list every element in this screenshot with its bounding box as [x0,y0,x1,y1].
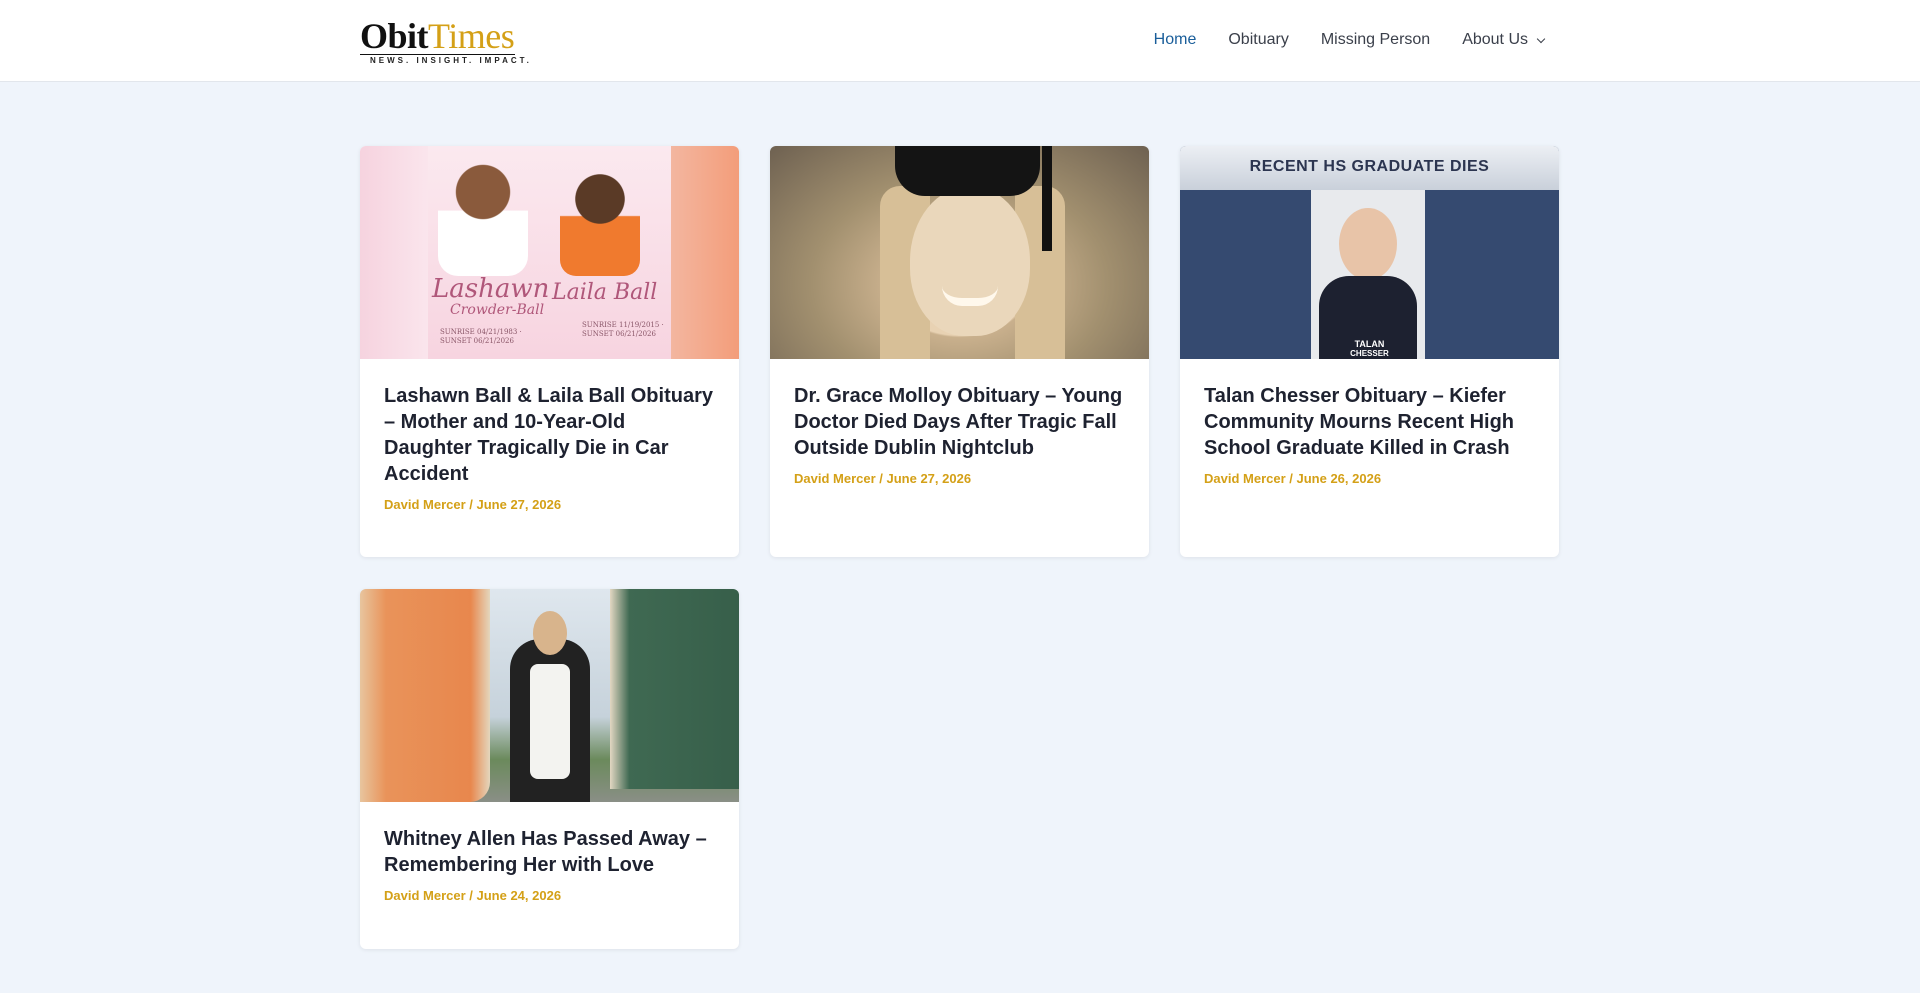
cap-tassel [1042,146,1052,251]
main-nav: Home Obituary Missing Person About Us [1154,0,1546,80]
nav-item-label: Home [1153,31,1197,48]
post-card: Whitney Allen Has Passed Away – Remember… [360,589,739,949]
news-banner-text: RECENT HS GRADUATE DIES [1249,158,1490,175]
nav-item-label: Missing Person [1320,31,1431,48]
site-header: ObitTimes NEWS. INSIGHT. IMPACT. Home Ob… [0,0,1920,82]
post-card-body: Whitney Allen Has Passed Away – Remember… [360,802,739,903]
nav-item-label: Obituary [1228,31,1289,48]
logo-tagline: NEWS. INSIGHT. IMPACT. [370,56,532,65]
nav-item-obituary[interactable]: Obituary [1228,31,1288,49]
post-thumbnail[interactable] [770,146,1149,359]
post-title[interactable]: Whitney Allen Has Passed Away – Remember… [384,826,715,878]
thumb-dates-right: SUNRISE 11/19/2015 · SUNSET 06/21/2026 [582,321,664,338]
nav-item-missing-person[interactable]: Missing Person [1321,31,1430,49]
thumb-name-left: Lashawn [432,274,550,304]
post-title[interactable]: Lashawn Ball & Laila Ball Obituary – Mot… [384,383,715,487]
logo-wordmark: ObitTimes [360,18,520,54]
thumb-dates-left: SUNRISE 04/21/1983 · SUNSET 06/21/2026 [440,328,522,345]
nav-item-label: About Us [1462,31,1528,48]
post-card: Lashawn Crowder-Ball SUNRISE 04/21/1983 … [360,146,739,557]
thumb-name-left-sub: Crowder-Ball [450,302,545,318]
post-thumbnail[interactable] [360,589,739,802]
u-sculpture-left [360,589,490,802]
post-author[interactable]: David Mercer [794,471,876,486]
post-meta: David Mercer / June 27, 2026 [384,497,715,512]
portrait-mother [438,156,528,276]
post-author[interactable]: David Mercer [384,497,466,512]
nav-item-about-us[interactable]: About Us [1462,31,1546,49]
chevron-down-icon[interactable] [1536,34,1546,43]
post-thumbnail[interactable]: RECENT HS GRADUATE DIES TALAN CHESSER [1180,146,1559,359]
post-author[interactable]: David Mercer [1204,471,1286,486]
post-card-body: Talan Chesser Obituary – Kiefer Communit… [1180,359,1559,486]
nav-item-home[interactable]: Home [1154,31,1197,49]
u-sculpture-right [610,589,739,789]
logo-rule [360,54,515,55]
logo-times: Times [428,16,515,56]
post-date[interactable]: June 24, 2026 [477,888,562,903]
post-thumbnail[interactable]: Lashawn Crowder-Ball SUNRISE 04/21/1983 … [360,146,739,359]
post-card: Dr. Grace Molloy Obituary – Young Doctor… [770,146,1149,557]
post-meta: David Mercer / June 24, 2026 [384,888,715,903]
graduation-cap [895,146,1040,196]
post-title[interactable]: Talan Chesser Obituary – Kiefer Communit… [1204,383,1535,461]
post-date[interactable]: June 27, 2026 [477,497,562,512]
post-card: RECENT HS GRADUATE DIES TALAN CHESSER Ta… [1180,146,1559,557]
site-logo[interactable]: ObitTimes NEWS. INSIGHT. IMPACT. [360,18,529,66]
post-date[interactable]: June 27, 2026 [887,471,972,486]
portrait-daughter [560,166,640,276]
meta-separator: / [465,497,477,512]
meta-separator: / [1285,471,1297,486]
thumb-last-name: CHESSER [1350,349,1389,358]
thumb-name-right: Laila Ball [552,280,658,305]
post-card-body: Dr. Grace Molloy Obituary – Young Doctor… [770,359,1149,486]
post-date[interactable]: June 26, 2026 [1297,471,1382,486]
post-meta: David Mercer / June 27, 2026 [794,471,1125,486]
post-author[interactable]: David Mercer [384,888,466,903]
meta-separator: / [875,471,887,486]
photo-face [910,186,1030,336]
meta-separator: / [465,888,477,903]
post-title[interactable]: Dr. Grace Molloy Obituary – Young Doctor… [794,383,1125,461]
portrait-head [533,611,567,655]
post-card-body: Lashawn Ball & Laila Ball Obituary – Mot… [360,359,739,512]
thumb-first-name: TALAN [1354,339,1385,349]
post-meta: David Mercer / June 26, 2026 [1204,471,1535,486]
white-dress [530,664,570,779]
portrait-head [1339,208,1397,280]
logo-obit: Obit [360,16,429,56]
